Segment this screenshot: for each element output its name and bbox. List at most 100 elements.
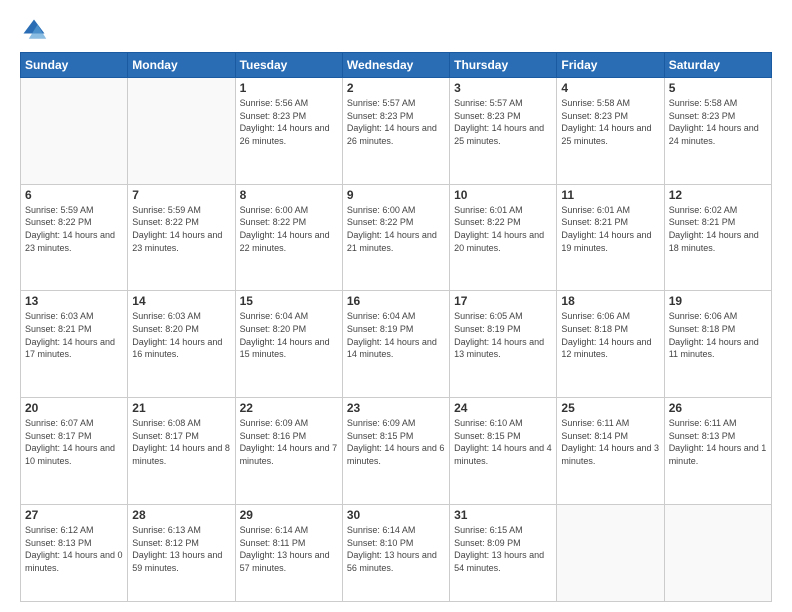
day-info: Sunrise: 6:01 AM Sunset: 8:21 PM Dayligh… <box>561 204 659 254</box>
day-info: Sunrise: 6:14 AM Sunset: 8:11 PM Dayligh… <box>240 524 338 574</box>
day-number: 11 <box>561 188 659 202</box>
calendar-table: SundayMondayTuesdayWednesdayThursdayFrid… <box>20 52 772 602</box>
calendar-cell: 16 Sunrise: 6:04 AM Sunset: 8:19 PM Dayli… <box>342 291 449 398</box>
calendar-cell: 27Sunrise: 6:12 AM Sunset: 8:13 PM Dayli… <box>21 504 128 601</box>
calendar-cell: 30 Sunrise: 6:14 AM Sunset: 8:10 PM Dayli… <box>342 504 449 601</box>
logo-icon <box>20 16 48 44</box>
day-info: Sunrise: 6:03 AM Sunset: 8:20 PM Dayligh… <box>132 310 230 360</box>
day-number: 9 <box>347 188 445 202</box>
calendar-cell: 17Sunrise: 6:05 AM Sunset: 8:19 PM Dayli… <box>450 291 557 398</box>
weekday-header-wednesday: Wednesday <box>342 53 449 78</box>
calendar-cell <box>557 504 664 601</box>
day-number: 17 <box>454 294 552 308</box>
calendar-cell: 25 Sunrise: 6:11 AM Sunset: 8:14 PM Dayli… <box>557 398 664 505</box>
day-number: 14 <box>132 294 230 308</box>
day-info: Sunrise: 6:02 AM Sunset: 8:21 PM Dayligh… <box>669 204 767 254</box>
header <box>20 16 772 44</box>
calendar-week-5: 27Sunrise: 6:12 AM Sunset: 8:13 PM Dayli… <box>21 504 772 601</box>
day-info: Sunrise: 6:00 AM Sunset: 8:22 PM Dayligh… <box>240 204 338 254</box>
day-number: 22 <box>240 401 338 415</box>
calendar-cell: 6 Sunrise: 5:59 AM Sunset: 8:22 PM Daylig… <box>21 184 128 291</box>
day-info: Sunrise: 6:13 AM Sunset: 8:12 PM Dayligh… <box>132 524 230 574</box>
weekday-header-thursday: Thursday <box>450 53 557 78</box>
day-number: 1 <box>240 81 338 95</box>
calendar-cell: 2 Sunrise: 5:57 AM Sunset: 8:23 PM Daylig… <box>342 78 449 185</box>
calendar-body: 1 Sunrise: 5:56 AM Sunset: 8:23 PM Daylig… <box>21 78 772 602</box>
day-number: 2 <box>347 81 445 95</box>
day-info: Sunrise: 6:08 AM Sunset: 8:17 PM Dayligh… <box>132 417 230 467</box>
calendar-cell: 21 Sunrise: 6:08 AM Sunset: 8:17 PM Dayli… <box>128 398 235 505</box>
day-info: Sunrise: 6:09 AM Sunset: 8:15 PM Dayligh… <box>347 417 445 467</box>
weekday-header-monday: Monday <box>128 53 235 78</box>
weekday-row: SundayMondayTuesdayWednesdayThursdayFrid… <box>21 53 772 78</box>
calendar-cell: 3Sunrise: 5:57 AM Sunset: 8:23 PM Daylig… <box>450 78 557 185</box>
day-number: 19 <box>669 294 767 308</box>
day-info: Sunrise: 6:10 AM Sunset: 8:15 PM Dayligh… <box>454 417 552 467</box>
calendar-cell: 7 Sunrise: 5:59 AM Sunset: 8:22 PM Daylig… <box>128 184 235 291</box>
day-number: 10 <box>454 188 552 202</box>
calendar-cell: 26 Sunrise: 6:11 AM Sunset: 8:13 PM Dayli… <box>664 398 771 505</box>
day-number: 6 <box>25 188 123 202</box>
calendar-cell: 19 Sunrise: 6:06 AM Sunset: 8:18 PM Dayli… <box>664 291 771 398</box>
day-number: 8 <box>240 188 338 202</box>
day-info: Sunrise: 6:07 AM Sunset: 8:17 PM Dayligh… <box>25 417 123 467</box>
calendar-cell: 20 Sunrise: 6:07 AM Sunset: 8:17 PM Dayli… <box>21 398 128 505</box>
calendar-cell: 12Sunrise: 6:02 AM Sunset: 8:21 PM Dayli… <box>664 184 771 291</box>
day-info: Sunrise: 6:06 AM Sunset: 8:18 PM Dayligh… <box>561 310 659 360</box>
weekday-header-friday: Friday <box>557 53 664 78</box>
day-number: 30 <box>347 508 445 522</box>
day-number: 18 <box>561 294 659 308</box>
weekday-header-tuesday: Tuesday <box>235 53 342 78</box>
weekday-header-sunday: Sunday <box>21 53 128 78</box>
day-info: Sunrise: 6:09 AM Sunset: 8:16 PM Dayligh… <box>240 417 338 467</box>
day-info: Sunrise: 5:58 AM Sunset: 8:23 PM Dayligh… <box>669 97 767 147</box>
day-info: Sunrise: 6:14 AM Sunset: 8:10 PM Dayligh… <box>347 524 445 574</box>
calendar-cell: 28Sunrise: 6:13 AM Sunset: 8:12 PM Dayli… <box>128 504 235 601</box>
day-info: Sunrise: 5:59 AM Sunset: 8:22 PM Dayligh… <box>25 204 123 254</box>
logo <box>20 16 52 44</box>
calendar-cell: 10 Sunrise: 6:01 AM Sunset: 8:22 PM Dayli… <box>450 184 557 291</box>
calendar-cell: 5 Sunrise: 5:58 AM Sunset: 8:23 PM Daylig… <box>664 78 771 185</box>
day-info: Sunrise: 5:58 AM Sunset: 8:23 PM Dayligh… <box>561 97 659 147</box>
day-info: Sunrise: 6:00 AM Sunset: 8:22 PM Dayligh… <box>347 204 445 254</box>
day-info: Sunrise: 6:15 AM Sunset: 8:09 PM Dayligh… <box>454 524 552 574</box>
day-number: 24 <box>454 401 552 415</box>
day-number: 20 <box>25 401 123 415</box>
calendar-week-1: 1 Sunrise: 5:56 AM Sunset: 8:23 PM Daylig… <box>21 78 772 185</box>
weekday-header-saturday: Saturday <box>664 53 771 78</box>
day-info: Sunrise: 5:57 AM Sunset: 8:23 PM Dayligh… <box>347 97 445 147</box>
calendar-cell: 22 Sunrise: 6:09 AM Sunset: 8:16 PM Dayli… <box>235 398 342 505</box>
day-info: Sunrise: 5:59 AM Sunset: 8:22 PM Dayligh… <box>132 204 230 254</box>
calendar-cell <box>21 78 128 185</box>
day-number: 29 <box>240 508 338 522</box>
calendar-cell: 13 Sunrise: 6:03 AM Sunset: 8:21 PM Dayli… <box>21 291 128 398</box>
calendar-cell: 23 Sunrise: 6:09 AM Sunset: 8:15 PM Dayli… <box>342 398 449 505</box>
day-info: Sunrise: 5:56 AM Sunset: 8:23 PM Dayligh… <box>240 97 338 147</box>
calendar-cell: 31 Sunrise: 6:15 AM Sunset: 8:09 PM Dayli… <box>450 504 557 601</box>
day-number: 21 <box>132 401 230 415</box>
calendar-week-4: 20 Sunrise: 6:07 AM Sunset: 8:17 PM Dayli… <box>21 398 772 505</box>
day-number: 7 <box>132 188 230 202</box>
calendar-cell: 24 Sunrise: 6:10 AM Sunset: 8:15 PM Dayli… <box>450 398 557 505</box>
page: SundayMondayTuesdayWednesdayThursdayFrid… <box>0 0 792 612</box>
day-number: 16 <box>347 294 445 308</box>
day-number: 5 <box>669 81 767 95</box>
day-info: Sunrise: 6:06 AM Sunset: 8:18 PM Dayligh… <box>669 310 767 360</box>
calendar-cell: 1 Sunrise: 5:56 AM Sunset: 8:23 PM Daylig… <box>235 78 342 185</box>
calendar-cell: 11 Sunrise: 6:01 AM Sunset: 8:21 PM Dayli… <box>557 184 664 291</box>
day-info: Sunrise: 6:04 AM Sunset: 8:19 PM Dayligh… <box>347 310 445 360</box>
day-info: Sunrise: 6:12 AM Sunset: 8:13 PM Dayligh… <box>25 524 123 574</box>
day-info: Sunrise: 6:03 AM Sunset: 8:21 PM Dayligh… <box>25 310 123 360</box>
day-number: 31 <box>454 508 552 522</box>
calendar-cell: 4Sunrise: 5:58 AM Sunset: 8:23 PM Daylig… <box>557 78 664 185</box>
day-number: 25 <box>561 401 659 415</box>
day-info: Sunrise: 6:01 AM Sunset: 8:22 PM Dayligh… <box>454 204 552 254</box>
day-number: 3 <box>454 81 552 95</box>
day-number: 23 <box>347 401 445 415</box>
calendar-header: SundayMondayTuesdayWednesdayThursdayFrid… <box>21 53 772 78</box>
day-number: 26 <box>669 401 767 415</box>
day-info: Sunrise: 6:11 AM Sunset: 8:13 PM Dayligh… <box>669 417 767 467</box>
day-number: 13 <box>25 294 123 308</box>
day-info: Sunrise: 6:11 AM Sunset: 8:14 PM Dayligh… <box>561 417 659 467</box>
calendar-cell: 15Sunrise: 6:04 AM Sunset: 8:20 PM Dayli… <box>235 291 342 398</box>
